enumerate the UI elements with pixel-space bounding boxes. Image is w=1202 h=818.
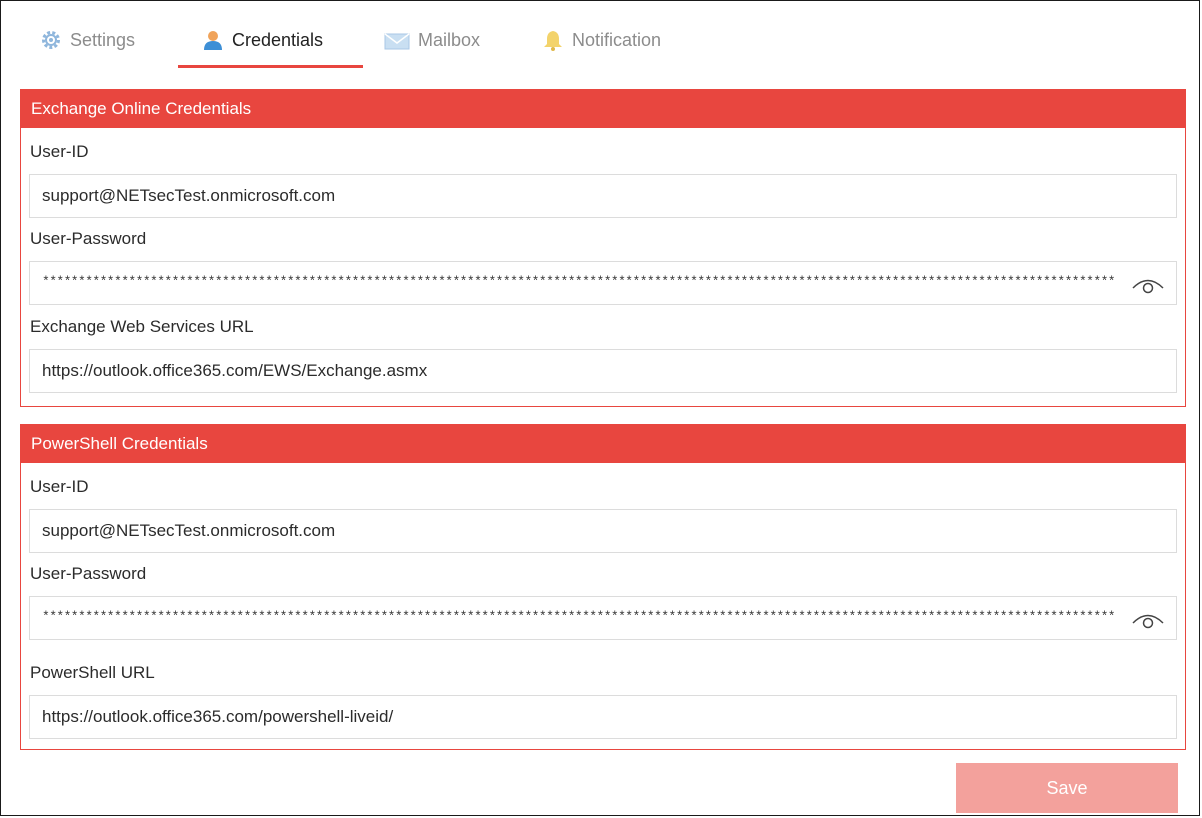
tab-credentials-label: Credentials (232, 30, 324, 50)
tab-credentials[interactable]: Credentials (178, 22, 363, 68)
powershell-password-label: User-Password (30, 564, 147, 583)
exchange-user-id-field (29, 174, 1177, 218)
exchange-password-field[interactable]: ****************************************… (29, 261, 1177, 305)
exchange-user-id-label: User-ID (30, 142, 89, 161)
tab-settings[interactable]: Settings (40, 22, 160, 68)
exchange-credentials-panel: Exchange Online Credentials User-ID User… (20, 89, 1186, 407)
powershell-password-value[interactable]: ****************************************… (42, 609, 1116, 629)
powershell-panel-title: PowerShell Credentials (21, 425, 1185, 463)
powershell-credentials-panel: PowerShell Credentials User-ID User-Pass… (20, 424, 1186, 750)
tab-mailbox-label: Mailbox (418, 30, 481, 50)
powershell-user-id-field (29, 509, 1177, 553)
tab-mailbox[interactable]: Mailbox (384, 22, 514, 68)
exchange-password-value[interactable]: ****************************************… (42, 274, 1116, 294)
eye-icon[interactable] (1130, 271, 1166, 297)
eye-icon[interactable] (1130, 606, 1166, 632)
powershell-user-id-input[interactable] (30, 510, 1176, 552)
exchange-url-input[interactable] (30, 350, 1176, 392)
tab-notification-label: Notification (572, 30, 662, 50)
save-button[interactable]: Save (956, 763, 1178, 813)
powershell-url-field (29, 695, 1177, 739)
exchange-url-field (29, 349, 1177, 393)
powershell-user-id-label: User-ID (30, 477, 89, 496)
powershell-url-label: PowerShell URL (30, 663, 155, 682)
exchange-url-label: Exchange Web Services URL (30, 317, 254, 336)
exchange-user-id-input[interactable] (30, 175, 1176, 217)
bell-icon (544, 31, 562, 51)
user-icon (204, 31, 222, 50)
mailbox-icon (384, 33, 410, 50)
gear-icon (42, 31, 60, 49)
exchange-password-label: User-Password (30, 229, 147, 248)
exchange-panel-title: Exchange Online Credentials (21, 90, 1185, 128)
tab-settings-label: Settings (70, 30, 136, 50)
tab-notification[interactable]: Notification (542, 22, 702, 68)
powershell-url-input[interactable] (30, 696, 1176, 738)
powershell-password-field[interactable]: ****************************************… (29, 596, 1177, 640)
